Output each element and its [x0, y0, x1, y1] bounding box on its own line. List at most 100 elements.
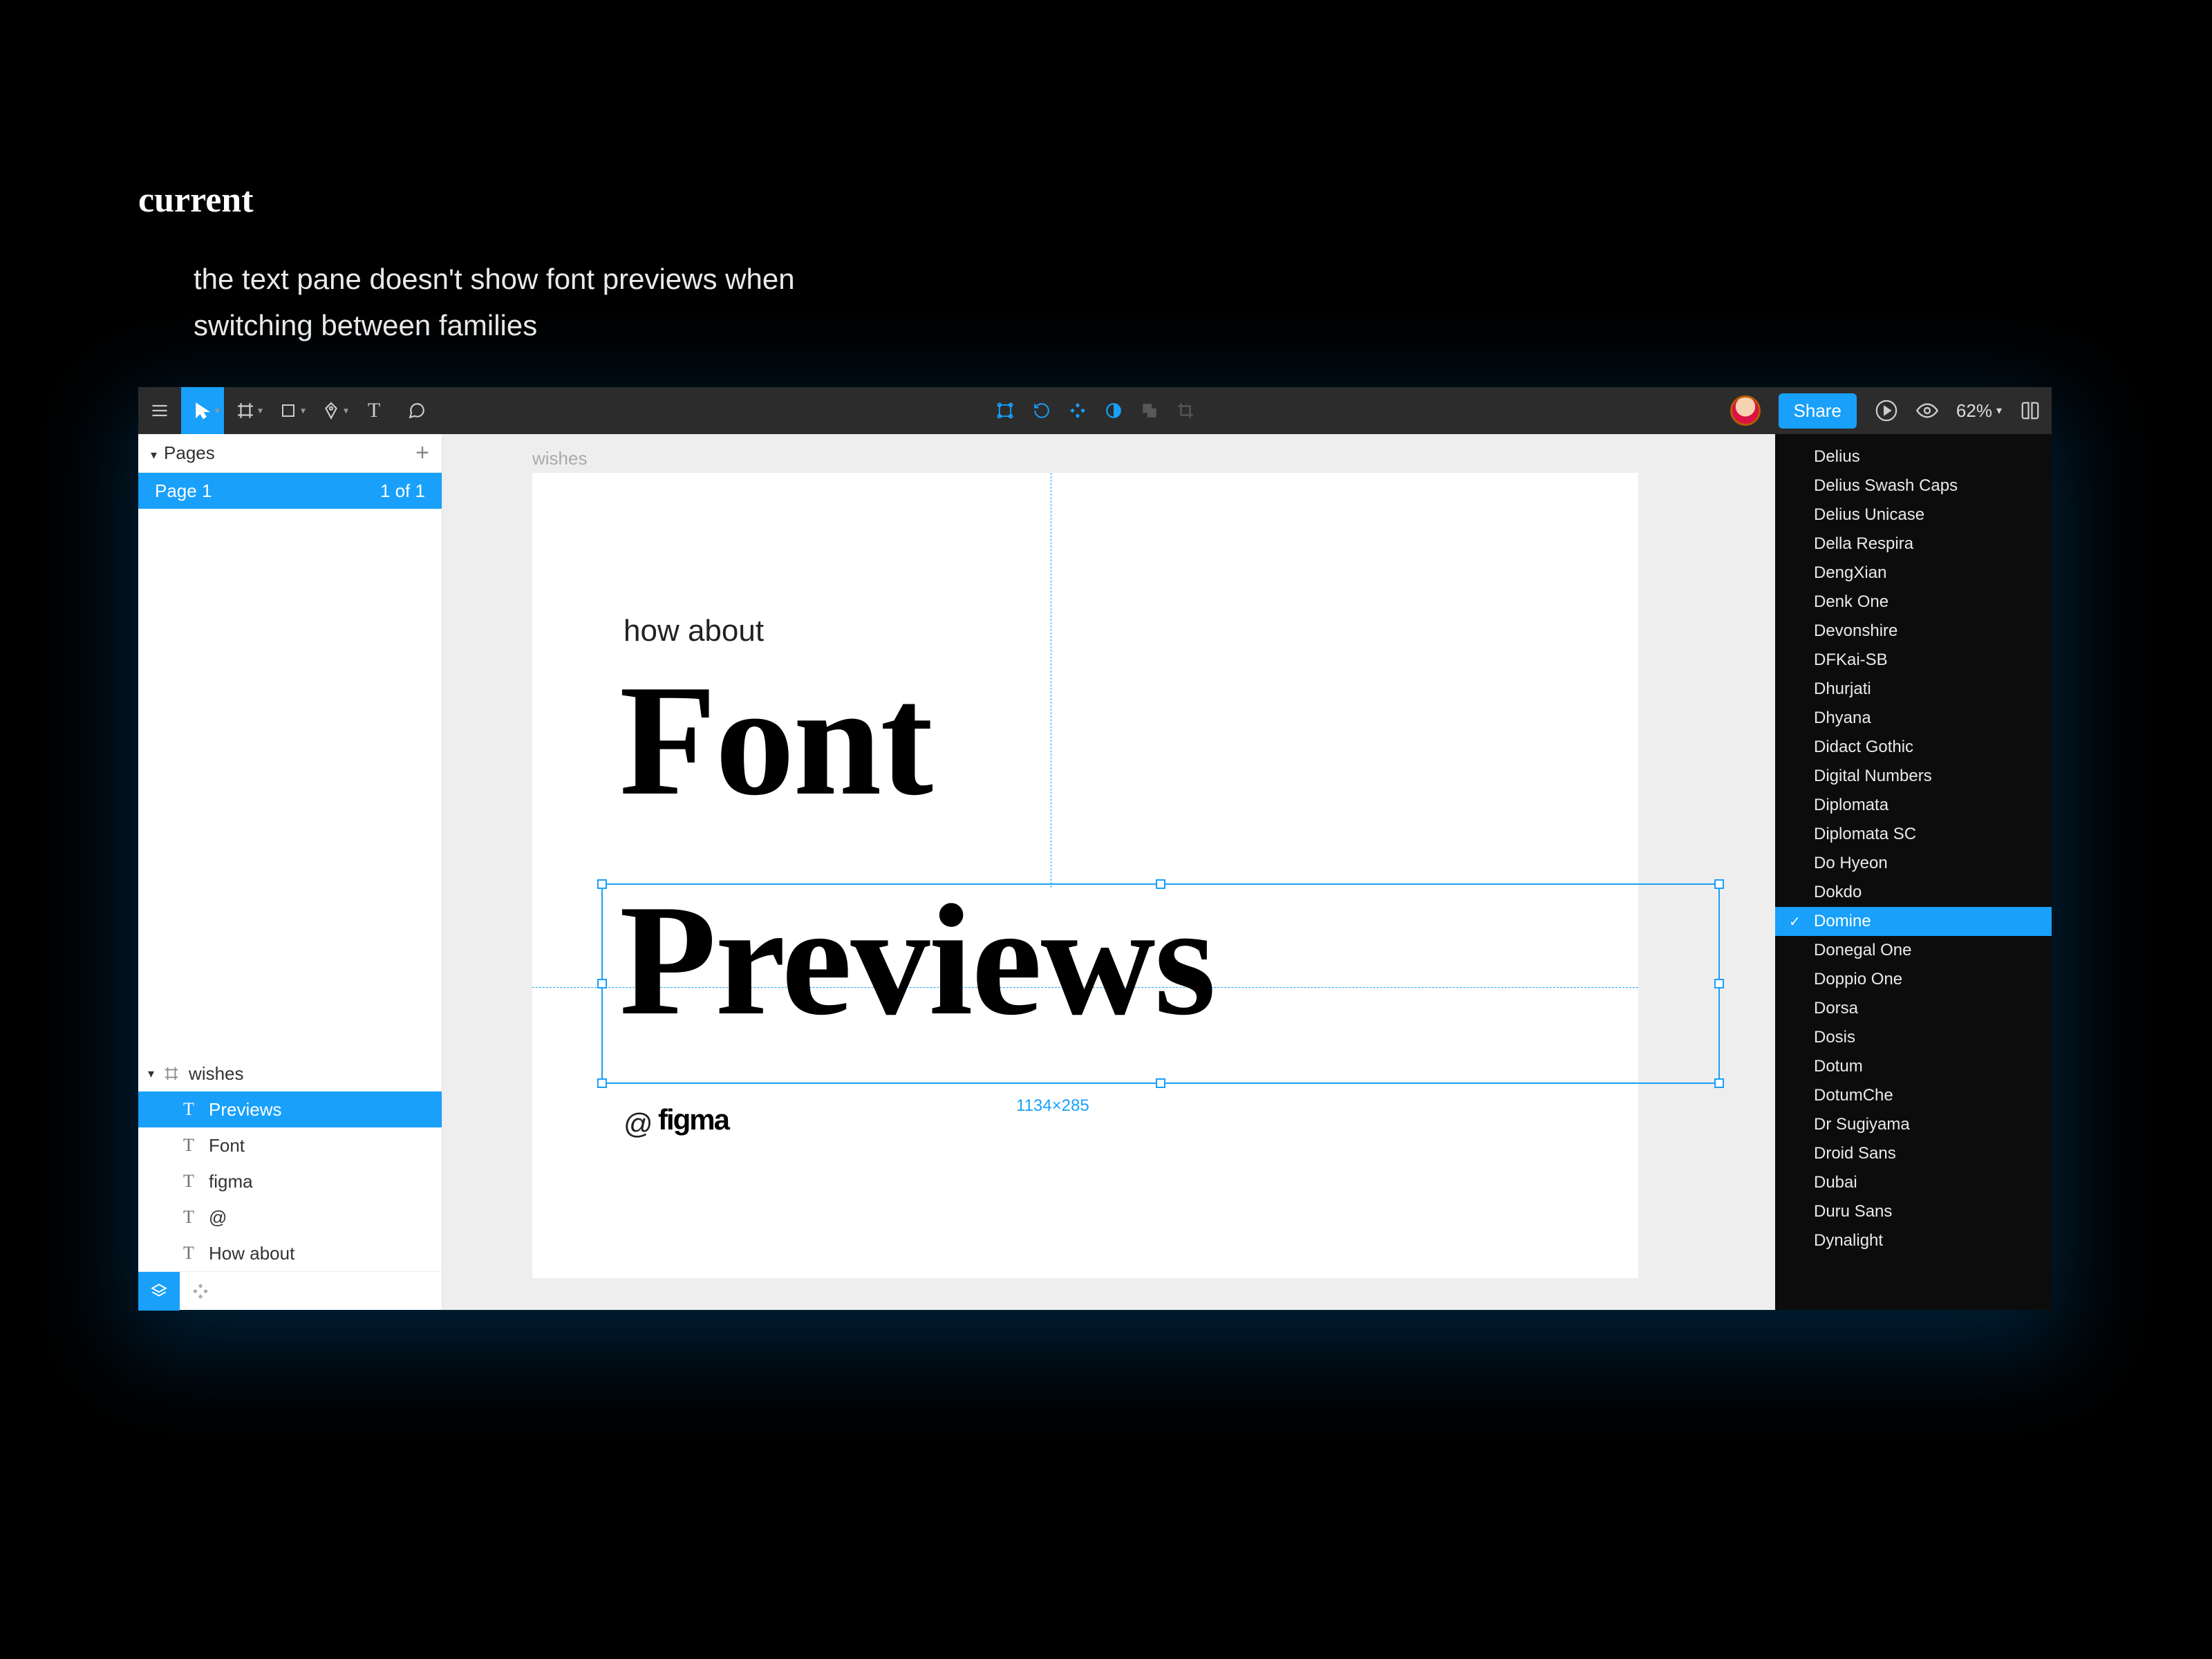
font-option[interactable]: Dosis	[1775, 1023, 2052, 1052]
font-option[interactable]: Dorsa	[1775, 994, 2052, 1023]
font-option[interactable]: Delius	[1775, 442, 2052, 471]
font-option[interactable]: Diplomata SC	[1775, 820, 2052, 849]
selection-handle[interactable]	[1714, 1078, 1724, 1088]
toolbar: ▾ ▾ ▾ ▾ T	[138, 387, 2052, 434]
canvas-text-font[interactable]: Font	[619, 648, 932, 832]
canvas-text-at[interactable]: @	[624, 1107, 653, 1141]
font-option[interactable]: Devonshire	[1775, 617, 2052, 646]
comment-tool[interactable]	[395, 387, 438, 434]
font-option[interactable]: Duru Sans	[1775, 1197, 2052, 1226]
font-option-label: Didact Gothic	[1814, 738, 1913, 757]
selection-handle[interactable]	[597, 1078, 607, 1088]
font-option[interactable]: DFKai-SB	[1775, 646, 2052, 675]
font-option-label: Doppio One	[1814, 970, 1902, 989]
font-option[interactable]: Didact Gothic	[1775, 733, 2052, 762]
avatar[interactable]	[1730, 395, 1761, 426]
font-option[interactable]: Delius Unicase	[1775, 500, 2052, 529]
font-option[interactable]: ✓Domine	[1775, 907, 2052, 936]
canvas-frame-label[interactable]: wishes	[532, 448, 587, 469]
view-icon[interactable]	[1916, 400, 1938, 422]
font-option[interactable]: Digital Numbers	[1775, 762, 2052, 791]
font-option-label: Diplomata SC	[1814, 825, 1916, 844]
font-family-dropdown[interactable]: DeliusDelius Swash Caps Delius Unicase Del…	[1775, 434, 2052, 1310]
font-option[interactable]: DengXian	[1775, 559, 2052, 588]
frame-tool[interactable]: ▾	[224, 387, 267, 434]
font-option[interactable]: Donegal One	[1775, 936, 2052, 965]
selection-handle[interactable]	[1156, 879, 1165, 889]
font-option-label: Delius Unicase	[1814, 505, 1924, 525]
library-icon[interactable]	[2020, 400, 2041, 421]
font-option-label: Do Hyeon	[1814, 854, 1888, 873]
boolean-icon[interactable]	[1141, 402, 1159, 420]
reset-icon[interactable]	[1033, 402, 1051, 420]
frame-icon	[164, 1066, 179, 1081]
shape-tool[interactable]: ▾	[267, 387, 310, 434]
chevron-down-icon: ▾	[301, 405, 306, 417]
layer-row[interactable]: T@	[138, 1199, 442, 1235]
font-option[interactable]: Doppio One	[1775, 965, 2052, 994]
font-option[interactable]: Denk One	[1775, 588, 2052, 617]
font-option[interactable]: Do Hyeon	[1775, 849, 2052, 878]
move-tool[interactable]: ▾	[181, 387, 224, 434]
selection-handle[interactable]	[1714, 879, 1724, 889]
layer-label: How about	[209, 1243, 294, 1264]
mask-icon[interactable]	[1105, 402, 1123, 420]
font-option-label: Dubai	[1814, 1173, 1857, 1192]
font-option-label: Dokdo	[1814, 883, 1862, 902]
pen-tool[interactable]: ▾	[310, 387, 353, 434]
font-option[interactable]: Dubai	[1775, 1168, 2052, 1197]
slide-title: current	[138, 180, 254, 221]
font-option-label: Denk One	[1814, 592, 1888, 612]
component-icon[interactable]	[1069, 402, 1087, 420]
text-tool[interactable]: T	[353, 387, 395, 434]
canvas-text-figma[interactable]: figma	[658, 1103, 729, 1136]
canvas-text-howabout[interactable]: how about	[624, 614, 764, 648]
font-option-label: Droid Sans	[1814, 1144, 1896, 1163]
font-option[interactable]: Delius Swash Caps	[1775, 471, 2052, 500]
assets-tab[interactable]	[180, 1272, 221, 1311]
crop-icon[interactable]	[1177, 402, 1194, 420]
pages-header[interactable]: ▾Pages +	[138, 434, 442, 473]
layer-row[interactable]: Tfigma	[138, 1163, 442, 1199]
selection-handle[interactable]	[597, 979, 607, 988]
chevron-down-icon: ▾	[1996, 404, 2002, 418]
font-option[interactable]: Dr Sugiyama	[1775, 1110, 2052, 1139]
font-option-label: DotumChe	[1814, 1086, 1893, 1105]
layer-frame-row[interactable]: ▾ wishes	[138, 1056, 442, 1091]
selection-handle[interactable]	[1156, 1078, 1165, 1088]
toolbar-right: Share 62%▾	[1730, 393, 2041, 429]
font-option[interactable]: Dynalight	[1775, 1226, 2052, 1255]
font-option-label: Domine	[1814, 912, 1871, 931]
layer-row[interactable]: TFont	[138, 1127, 442, 1163]
frame-icon	[234, 400, 256, 422]
layer-row[interactable]: T How about	[138, 1235, 442, 1271]
font-option[interactable]: Diplomata	[1775, 791, 2052, 820]
font-option[interactable]: Dhurjati	[1775, 675, 2052, 704]
font-option-label: Digital Numbers	[1814, 767, 1932, 786]
layers-tab[interactable]	[138, 1272, 180, 1311]
layer-row[interactable]: TPreviews	[138, 1091, 442, 1127]
text-icon: T	[180, 1135, 198, 1156]
font-option[interactable]: Droid Sans	[1775, 1139, 2052, 1168]
font-option-label: Donegal One	[1814, 941, 1911, 960]
selection-handle[interactable]	[597, 879, 607, 889]
zoom-level[interactable]: 62%▾	[1956, 400, 2002, 422]
font-option-label: Dhyana	[1814, 709, 1871, 728]
selection-box[interactable]	[601, 883, 1720, 1084]
share-button[interactable]: Share	[1779, 393, 1857, 429]
text-icon: T	[363, 400, 385, 422]
canvas[interactable]: wishes how about Font Previews @ figma 1…	[442, 434, 2052, 1310]
font-option[interactable]: Della Respira	[1775, 529, 2052, 559]
page-row[interactable]: Page 1 1 of 1	[138, 473, 442, 509]
font-option[interactable]: Dhyana	[1775, 704, 2052, 733]
text-icon: T	[180, 1243, 198, 1264]
edit-object-icon[interactable]	[995, 401, 1015, 420]
add-page-button[interactable]: +	[415, 440, 429, 467]
selection-handle[interactable]	[1714, 979, 1724, 988]
font-option[interactable]: Dotum	[1775, 1052, 2052, 1081]
present-icon[interactable]	[1875, 399, 1898, 422]
menu-button[interactable]	[138, 387, 181, 434]
font-option[interactable]: DotumChe	[1775, 1081, 2052, 1110]
font-option-label: Dosis	[1814, 1028, 1855, 1047]
font-option[interactable]: Dokdo	[1775, 878, 2052, 907]
